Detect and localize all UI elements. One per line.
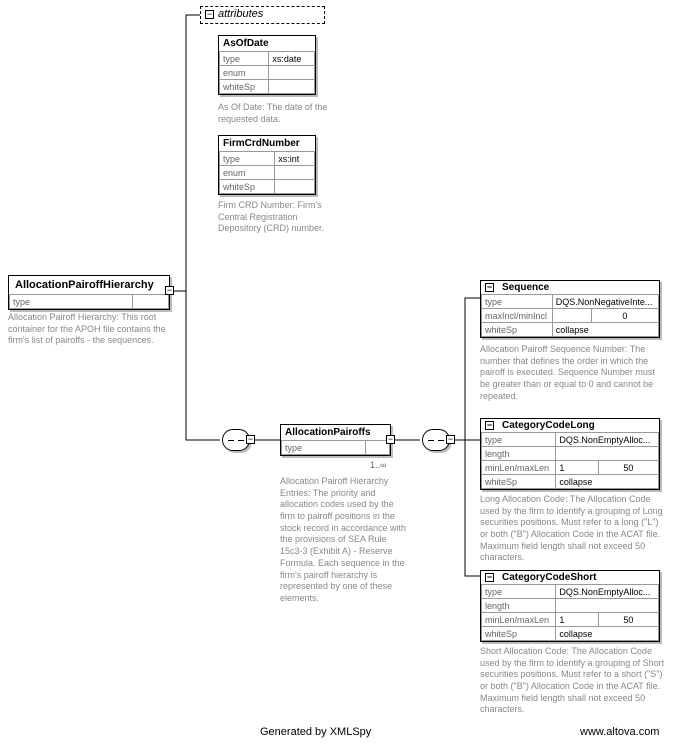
- node-category-code-short: − CategoryCodeShort typeDQS.NonEmptyAllo…: [480, 570, 660, 642]
- footer-generated-by: Generated by XMLSpy: [260, 726, 371, 738]
- node-desc-sequence: Allocation Pairoff Sequence Number: The …: [480, 344, 660, 402]
- node-desc-root: Allocation Pairoff Hierarchy: This root …: [8, 312, 170, 347]
- props-table: type: [9, 294, 169, 309]
- attributes-container: − attributes: [200, 6, 325, 24]
- node-title-text: AllocationPairoffHierarchy: [15, 279, 154, 291]
- collapse-icon[interactable]: −: [165, 286, 174, 295]
- footer-url: www.altova.com: [580, 726, 659, 738]
- node-desc-cat-short: Short Allocation Code: The Allocation Co…: [480, 646, 665, 716]
- node-desc-firmcrd: Firm CRD Number: Firm's Central Registra…: [218, 200, 338, 235]
- node-as-of-date: AsOfDate typexs:date enum whiteSp: [218, 35, 316, 95]
- collapse-icon[interactable]: −: [246, 435, 255, 444]
- node-desc-cat-long: Long Allocation Code: The Allocation Cod…: [480, 494, 665, 564]
- node-allocation-pairoffs: AllocationPairoffs type: [280, 424, 391, 456]
- collapse-icon[interactable]: −: [485, 421, 494, 430]
- node-title: AllocationPairoffHierarchy: [9, 276, 169, 294]
- node-desc-asofdate: As Of Date: The date of the requested da…: [218, 102, 328, 125]
- collapse-icon[interactable]: −: [485, 283, 494, 292]
- node-allocation-pairoff-hierarchy: AllocationPairoffHierarchy type: [8, 275, 170, 310]
- node-category-code-long: − CategoryCodeLong typeDQS.NonEmptyAlloc…: [480, 418, 660, 490]
- collapse-icon[interactable]: −: [446, 435, 455, 444]
- collapse-icon[interactable]: −: [386, 435, 395, 444]
- cardinality-text: 1..∞: [370, 460, 386, 470]
- node-sequence: − Sequence typeDQS.NonNegativeInte... ma…: [480, 280, 660, 338]
- node-desc-pairoffs: Allocation Pairoff Hierarchy Entries: Th…: [280, 476, 410, 605]
- node-firm-crd: FirmCrdNumber typexs:int enum whiteSp: [218, 135, 316, 195]
- collapse-icon[interactable]: −: [205, 10, 214, 19]
- attributes-label: attributes: [218, 8, 263, 20]
- collapse-icon[interactable]: −: [485, 573, 494, 582]
